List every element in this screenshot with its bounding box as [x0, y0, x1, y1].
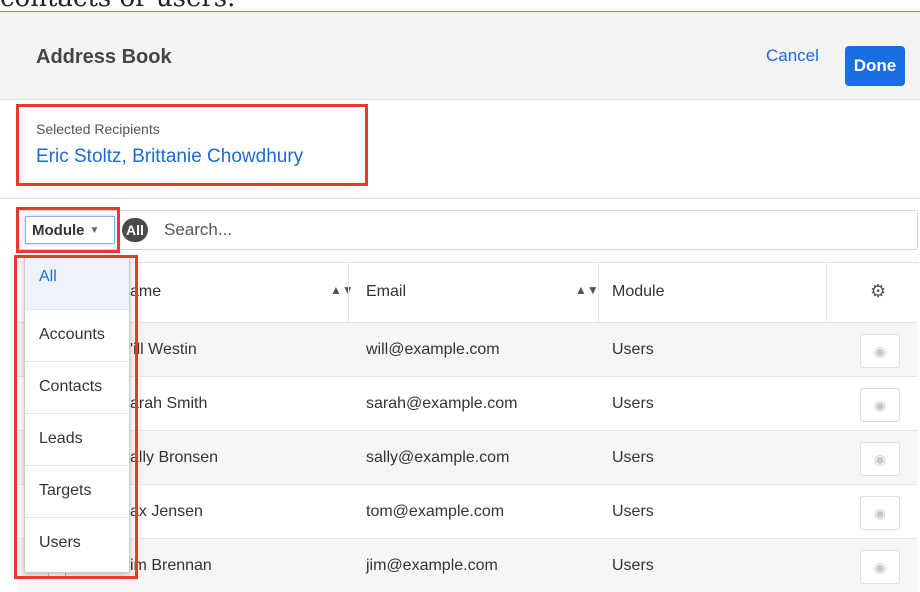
eye-icon[interactable]: ◉: [860, 496, 900, 530]
row-module: Users: [612, 503, 654, 520]
document-text: contacts or users.: [0, 0, 920, 10]
all-filter-pill[interactable]: All: [122, 218, 148, 242]
column-divider: [598, 263, 599, 323]
row-module: Users: [612, 341, 654, 358]
table-row[interactable]: 'ill Westin will@example.com Users ◉: [18, 323, 918, 377]
row-module: Users: [612, 395, 654, 412]
done-button[interactable]: Done: [845, 46, 905, 86]
selected-recipients-label: Selected Recipients: [36, 121, 160, 137]
column-header-module[interactable]: Module: [612, 283, 664, 301]
row-email: tom@example.com: [366, 503, 505, 520]
row-name: ally Bronsen: [130, 449, 219, 466]
sort-icon[interactable]: ▲▼: [575, 283, 599, 297]
eye-icon[interactable]: ◉: [860, 334, 900, 368]
dropdown-highlight: [14, 255, 138, 579]
row-module: Users: [612, 557, 654, 574]
column-header-email[interactable]: Email: [366, 283, 406, 301]
row-name: ax Jensen: [130, 503, 203, 520]
section-divider: [0, 198, 920, 199]
row-email: sarah@example.com: [366, 395, 518, 412]
sort-icon[interactable]: ▲▼: [330, 283, 354, 297]
table-header: ame ▲▼ Email ▲▼ Module ⚙: [18, 263, 918, 323]
row-name: im Brennan: [130, 557, 212, 574]
row-module: Users: [612, 449, 654, 466]
row-email: will@example.com: [366, 341, 500, 358]
column-divider: [826, 263, 827, 323]
eye-icon[interactable]: ◉: [860, 388, 900, 422]
table-row[interactable]: ax Jensen tom@example.com Users ◉: [18, 485, 918, 539]
eye-icon[interactable]: ◉: [860, 442, 900, 476]
selected-recipients-value[interactable]: Eric Stoltz, Brittanie Chowdhury: [36, 146, 303, 168]
eye-icon[interactable]: ◉: [860, 550, 900, 584]
row-name: arah Smith: [130, 395, 208, 412]
row-email: jim@example.com: [366, 557, 498, 574]
selected-recipients-panel: Selected Recipients Eric Stoltz, Brittan…: [16, 104, 368, 186]
table-row[interactable]: im Brennan jim@example.com Users ◉: [18, 539, 918, 592]
table-row[interactable]: ally Bronsen sally@example.com Users ◉: [18, 431, 918, 485]
search-input[interactable]: [150, 216, 850, 244]
cancel-button[interactable]: Cancel: [766, 46, 819, 66]
row-name: 'ill Westin: [130, 341, 197, 358]
module-button-highlight: [16, 207, 120, 253]
gear-icon[interactable]: ⚙: [870, 281, 886, 302]
modal-header: Address Book Cancel Done: [0, 12, 920, 100]
column-divider: [348, 263, 349, 323]
recipients-table: ame ▲▼ Email ▲▼ Module ⚙ 'ill Westin wil…: [18, 262, 918, 592]
table-row[interactable]: arah Smith sarah@example.com Users ◉: [18, 377, 918, 431]
row-email: sally@example.com: [366, 449, 510, 466]
page-title: Address Book: [36, 46, 172, 68]
